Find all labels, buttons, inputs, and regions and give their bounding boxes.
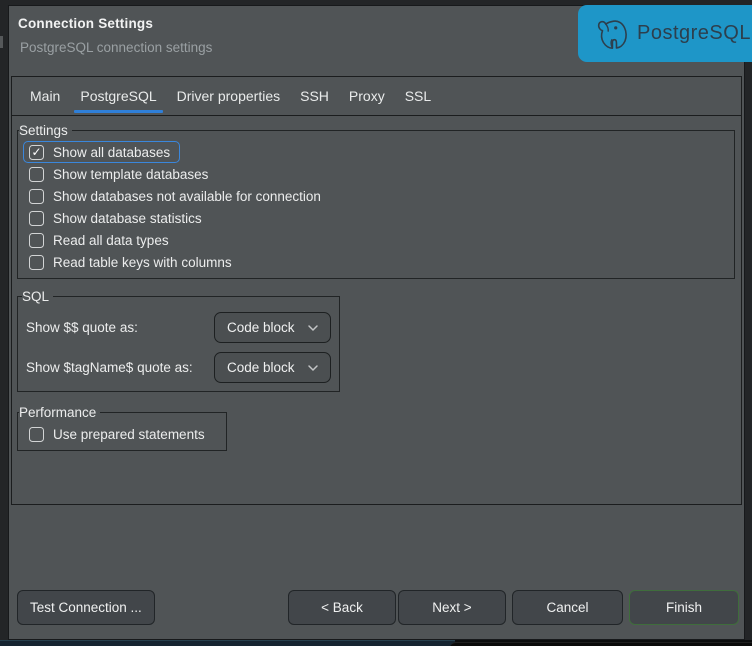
finish-button[interactable]: Finish	[629, 590, 739, 625]
checkbox-read-all-data-types[interactable]: ✓ Read all data types	[23, 229, 179, 251]
postgresql-elephant-icon	[594, 16, 628, 52]
checkbox-label: Read all data types	[53, 233, 169, 248]
tab-postgresql[interactable]: PostgreSQL	[70, 77, 166, 115]
postgresql-logo-text: PostgreSQL	[637, 22, 751, 45]
window-edge-notch	[0, 36, 3, 48]
checkbox-label: Read table keys with columns	[53, 255, 232, 270]
checkbox-box: ✓	[29, 233, 44, 248]
tab-proxy[interactable]: Proxy	[339, 77, 395, 115]
test-connection-button[interactable]: Test Connection ...	[17, 590, 155, 625]
settings-group: Settings ✓ Show all databases ✓ Show tem…	[17, 123, 735, 279]
next-button[interactable]: Next >	[398, 590, 506, 625]
checkbox-box: ✓	[29, 189, 44, 204]
dollar-quote-select[interactable]: Code block	[214, 312, 331, 343]
tab-bar: Main PostgreSQL Driver properties SSH Pr…	[12, 77, 741, 116]
tab-ssl[interactable]: SSL	[395, 77, 441, 115]
checkbox-show-template-databases[interactable]: ✓ Show template databases	[23, 163, 218, 185]
selected-value: Code block	[227, 320, 295, 335]
tab-main[interactable]: Main	[20, 77, 70, 115]
background-window-strip	[0, 640, 752, 646]
checkbox-box: ✓	[29, 145, 44, 160]
performance-group-legend: Performance	[19, 405, 100, 420]
checkbox-box: ✓	[29, 167, 44, 182]
checkbox-show-databases-not-available[interactable]: ✓ Show databases not available for conne…	[23, 185, 331, 207]
chevron-down-icon	[307, 364, 319, 372]
tagname-quote-select[interactable]: Code block	[214, 352, 331, 383]
checkbox-label: Use prepared statements	[53, 427, 205, 442]
checkbox-read-table-keys[interactable]: ✓ Read table keys with columns	[23, 251, 242, 273]
settings-group-legend: Settings	[19, 123, 72, 138]
checkbox-box: ✓	[29, 255, 44, 270]
checkbox-box: ✓	[29, 211, 44, 226]
chevron-down-icon	[307, 324, 319, 332]
tagname-quote-label: Show $tagName$ quote as:	[26, 360, 214, 375]
background-window-left	[0, 640, 455, 646]
tab-ssh[interactable]: SSH	[290, 77, 339, 115]
back-button[interactable]: < Back	[288, 590, 396, 625]
tab-content: Settings ✓ Show all databases ✓ Show tem…	[12, 116, 741, 504]
active-tab-underline	[74, 110, 162, 113]
checkbox-box: ✓	[29, 427, 44, 442]
sql-group-legend: SQL	[22, 289, 53, 304]
selected-value: Code block	[227, 360, 295, 375]
checkbox-label: Show database statistics	[53, 211, 202, 226]
performance-group: Performance ✓ Use prepared statements	[17, 405, 227, 451]
checkbox-use-prepared-statements[interactable]: ✓ Use prepared statements	[23, 423, 215, 445]
connection-settings-dialog: Connection Settings PostgreSQL connectio…	[8, 5, 745, 640]
dialog-footer: Test Connection ... < Back Next > Cancel…	[9, 590, 744, 639]
dialog-header: Connection Settings PostgreSQL connectio…	[9, 6, 744, 76]
tab-folder: Main PostgreSQL Driver properties SSH Pr…	[11, 76, 742, 505]
tab-driver-properties[interactable]: Driver properties	[167, 77, 290, 115]
checkbox-label: Show databases not available for connect…	[53, 189, 321, 204]
checkmark-icon: ✓	[31, 146, 41, 158]
checkbox-show-all-databases[interactable]: ✓ Show all databases	[23, 141, 180, 163]
sql-group: SQL Show $$ quote as: Code block Show $t…	[17, 289, 340, 392]
dollar-quote-label: Show $$ quote as:	[26, 320, 214, 335]
postgresql-logo: PostgreSQL	[578, 5, 752, 62]
cancel-button[interactable]: Cancel	[512, 590, 623, 625]
checkbox-label: Show template databases	[53, 167, 208, 182]
checkbox-label: Show all databases	[53, 145, 170, 160]
checkbox-show-database-statistics[interactable]: ✓ Show database statistics	[23, 207, 212, 229]
background-window-right	[450, 642, 752, 646]
